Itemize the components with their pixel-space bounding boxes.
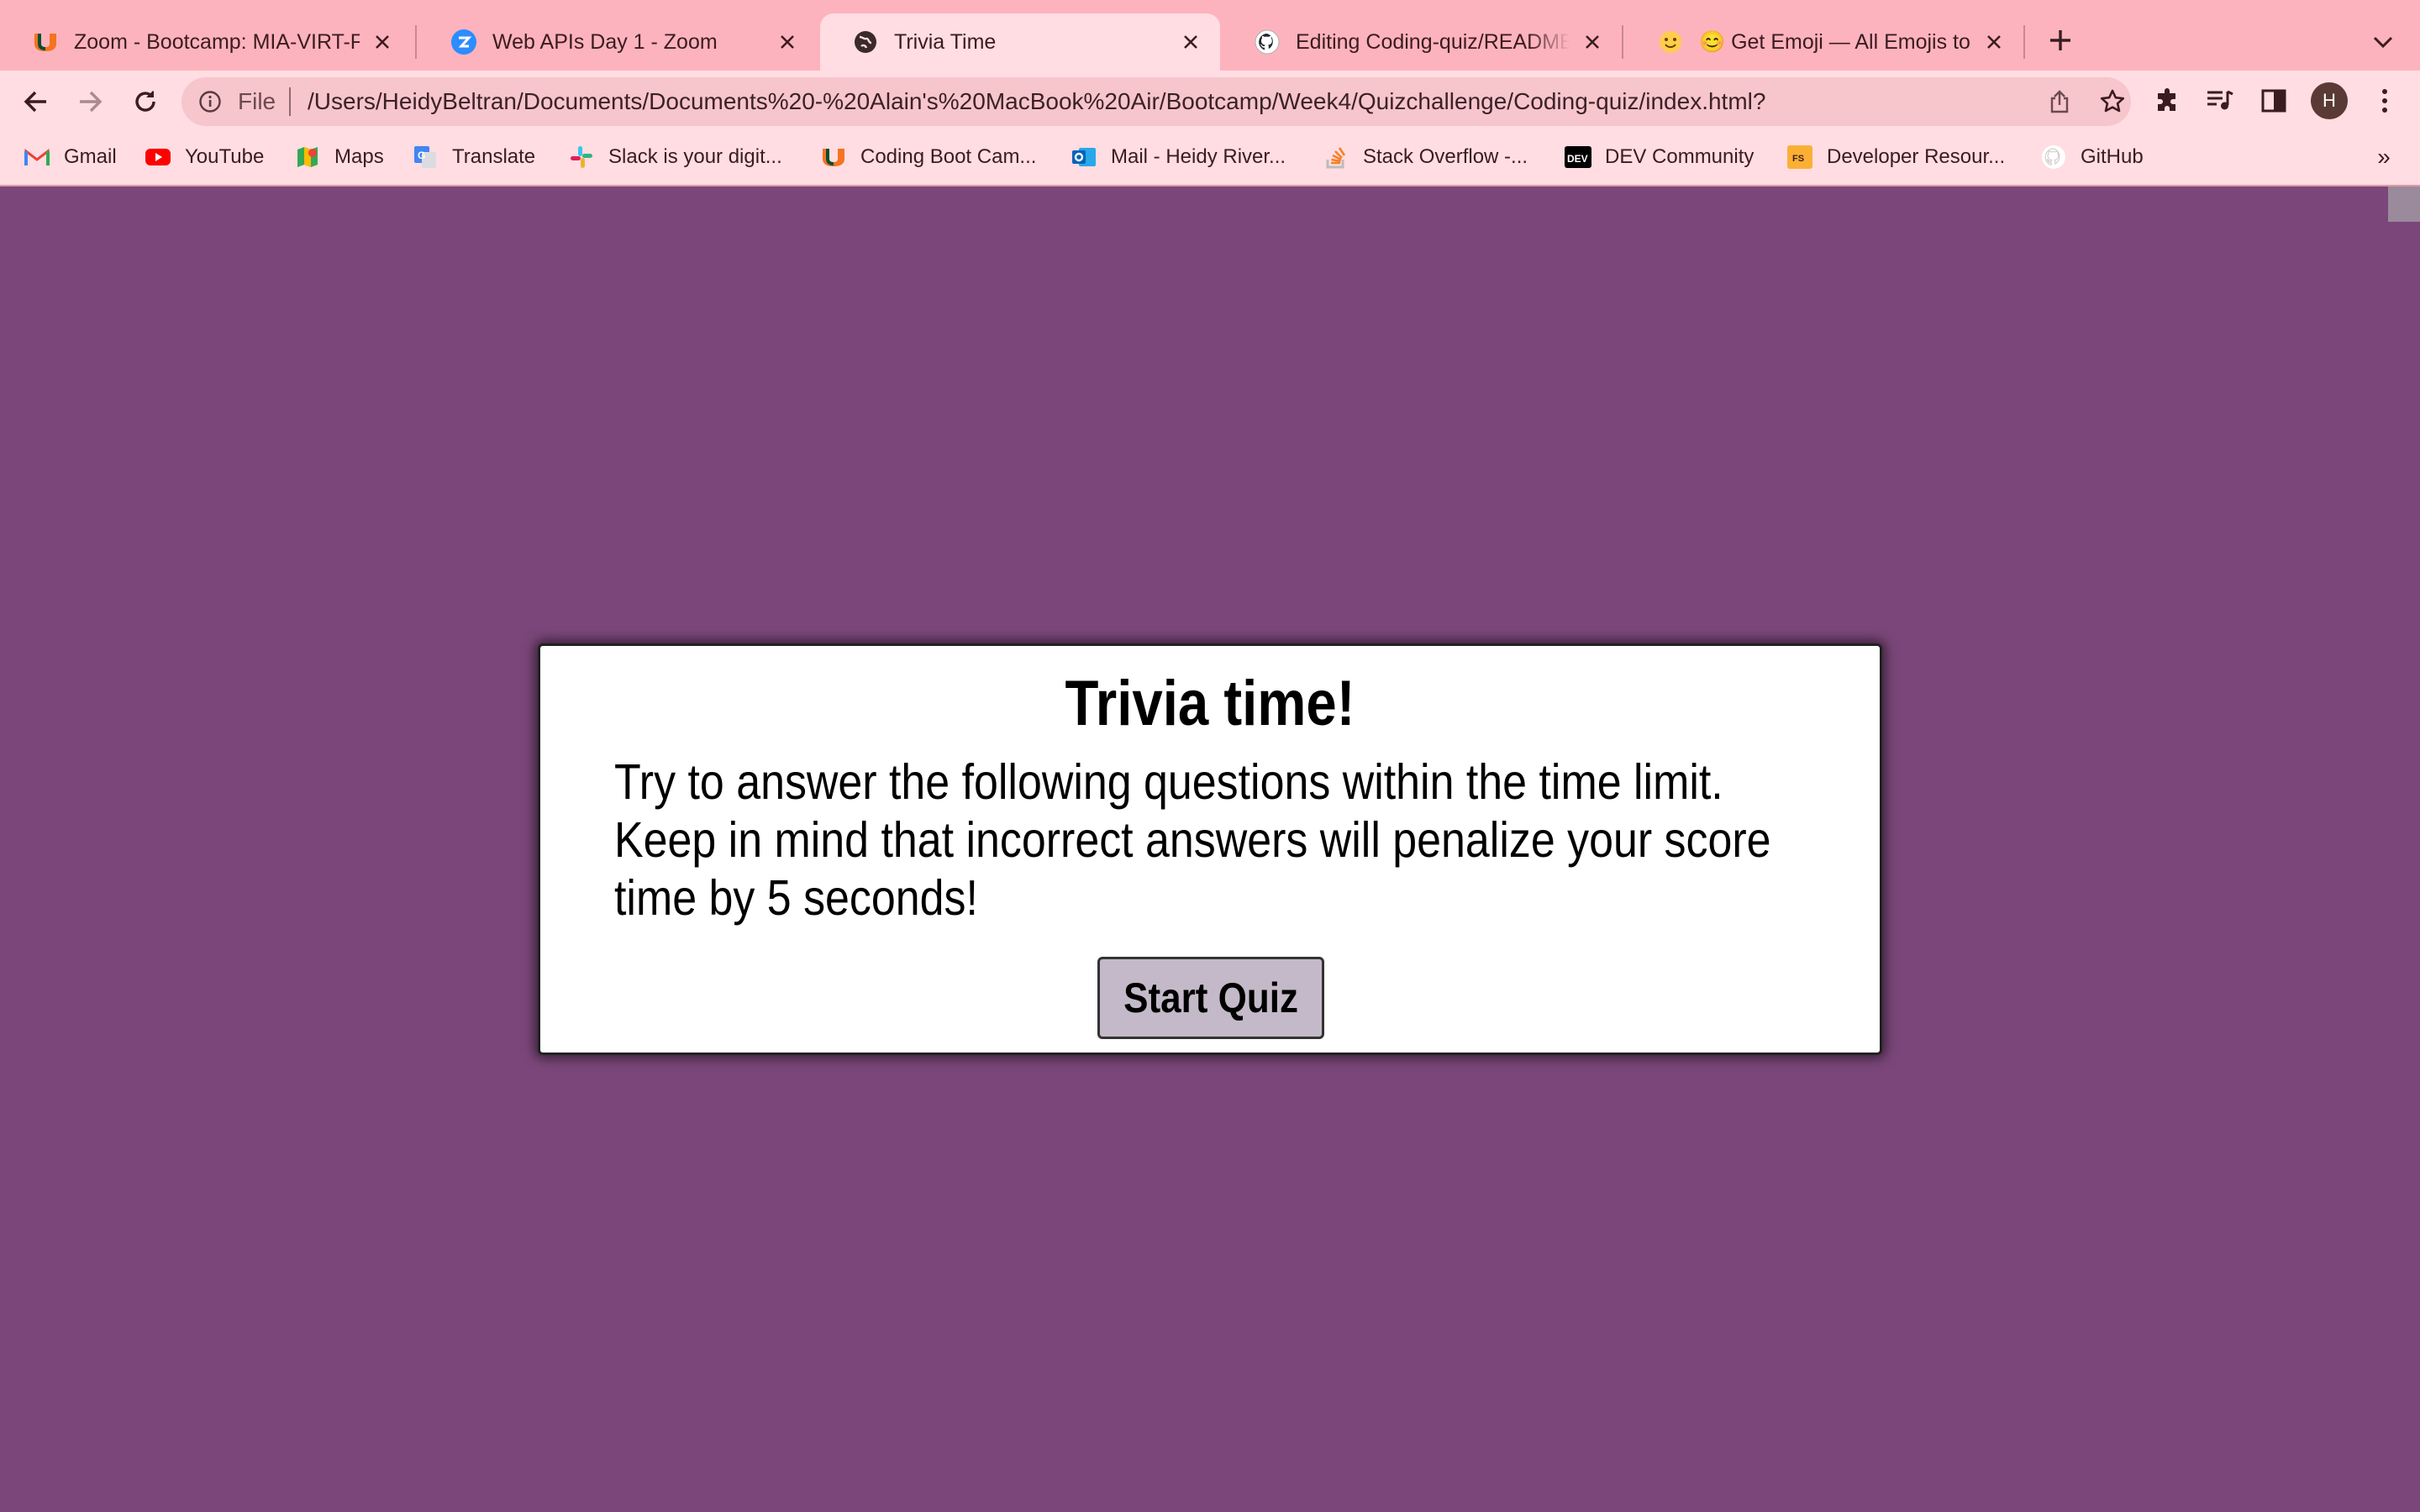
bookmark-developer-resources[interactable]: FS Developer Resour...	[1786, 139, 2005, 175]
menu-icon[interactable]	[2368, 84, 2402, 118]
tab-title: Zoom - Bootcamp: MIA-VIRT-FSF-PT	[74, 29, 360, 54]
close-icon[interactable]	[1178, 29, 1203, 55]
star-icon[interactable]	[2097, 87, 2128, 117]
scrollbar-thumb[interactable]	[2388, 186, 2420, 222]
bookmark-label: DEV Community	[1605, 145, 1754, 168]
smiley-emoji-icon	[1657, 29, 1684, 55]
bookmark-label: Slack is your digit...	[608, 145, 782, 168]
bookmark-label: YouTube	[185, 145, 265, 168]
svg-text:G: G	[418, 150, 425, 161]
chevron-down-icon	[2373, 36, 2393, 49]
tab-title: Editing Coding-quiz/README.md	[1296, 29, 1570, 54]
address-bar[interactable]: File /Users/HeidyBeltran/Documents/Docum…	[182, 77, 2131, 126]
tab-search-button[interactable]	[2368, 27, 2398, 57]
globe-icon	[852, 29, 879, 55]
url-text[interactable]: /Users/HeidyBeltran/Documents/Documents%…	[308, 88, 1946, 115]
bookmark-maps[interactable]: Maps	[294, 139, 384, 175]
bookmarks-overflow-button[interactable]: »	[2370, 143, 2398, 171]
bookmark-github[interactable]: GitHub	[2040, 139, 2144, 175]
bookmark-coding-bootcamp[interactable]: Coding Boot Cam...	[820, 139, 1036, 175]
tab-get-emoji[interactable]: 😊 Get Emoji — All Emojis to ✂️	[1625, 13, 2023, 71]
tab-title: Trivia Time	[894, 29, 997, 54]
scheme-label: File	[238, 88, 276, 114]
browser-toolbar: File /Users/HeidyBeltran/Documents/Docum…	[0, 71, 2420, 131]
info-icon[interactable]	[197, 88, 224, 115]
bookmark-gmail[interactable]: Gmail	[24, 139, 117, 175]
tab-strip: Zoom - Bootcamp: MIA-VIRT-FSF-PT Web API…	[0, 0, 2420, 71]
arrow-left-icon	[24, 91, 46, 113]
quiz-card: Trivia time! Try to answer the following…	[538, 643, 1882, 1055]
um-logo-icon	[820, 144, 847, 171]
avatar[interactable]: H	[2311, 82, 2348, 119]
close-icon[interactable]	[1981, 29, 2007, 55]
close-icon[interactable]	[775, 29, 800, 55]
tab-separator	[1622, 25, 1623, 59]
svg-text:FS: FS	[1792, 154, 1804, 164]
translate-icon: G	[412, 144, 439, 171]
bookmark-dev-community[interactable]: DEV DEV Community	[1565, 139, 1754, 175]
slack-icon	[568, 144, 595, 171]
browser-chrome: Zoom - Bootcamp: MIA-VIRT-FSF-PT Web API…	[0, 0, 2420, 186]
bookmark-label: Coding Boot Cam...	[860, 145, 1037, 168]
svg-text:DEV: DEV	[1567, 153, 1588, 165]
new-tab-button[interactable]	[2044, 24, 2077, 57]
tab-separator	[415, 25, 417, 59]
tab-title: Web APIs Day 1 - Zoom	[492, 29, 718, 54]
forward-button[interactable]	[71, 82, 109, 121]
tab-zoom-bootcamp[interactable]: Zoom - Bootcamp: MIA-VIRT-FSF-PT	[0, 13, 412, 71]
quiz-instructions: Try to answer the following questions wi…	[614, 754, 1771, 926]
start-quiz-button[interactable]: Start Quiz	[1097, 957, 1324, 1039]
bookmarks-bar: Gmail YouTube Maps G Translate Slack is …	[0, 134, 2420, 180]
page-title: Trivia time!	[1065, 668, 1355, 739]
bookmark-slack[interactable]: Slack is your digit...	[568, 139, 782, 175]
outlook-icon	[1071, 144, 1097, 171]
share-icon[interactable]	[2045, 87, 2074, 116]
bookmark-label: Gmail	[64, 145, 117, 168]
um-logo-icon	[32, 29, 59, 55]
tab-separator	[2023, 25, 2025, 59]
bookmark-mail[interactable]: Mail - Heidy River...	[1071, 139, 1286, 175]
tab-trivia-time[interactable]: Trivia Time	[820, 13, 1220, 71]
bookmark-translate[interactable]: G Translate	[412, 139, 535, 175]
extensions-icon[interactable]	[2151, 84, 2185, 118]
bookmark-stackoverflow[interactable]: Stack Overflow -...	[1323, 139, 1528, 175]
bookmark-label: Mail - Heidy River...	[1111, 145, 1286, 168]
tab-title: 😊 Get Emoji — All Emojis to ✂️	[1699, 29, 1971, 54]
bookmark-youtube[interactable]: YouTube	[145, 139, 264, 175]
stackoverflow-icon	[1323, 144, 1349, 171]
divider	[289, 87, 291, 116]
bookmark-label: Stack Overflow -...	[1363, 145, 1528, 168]
zoom-logo-icon	[450, 29, 477, 55]
maps-icon	[294, 144, 321, 171]
tab-editing-readme[interactable]: Editing Coding-quiz/README.md	[1222, 13, 1622, 71]
back-button[interactable]	[17, 82, 55, 121]
side-panel-icon[interactable]	[2257, 84, 2291, 118]
gmail-icon	[24, 144, 50, 171]
media-queue-icon[interactable]	[2203, 84, 2237, 118]
page-content: Trivia time! Try to answer the following…	[0, 186, 2420, 1512]
bookmark-label: Maps	[334, 145, 384, 168]
plus-icon	[2050, 30, 2070, 50]
github-logo-icon	[1254, 29, 1281, 55]
fs-logo-icon: FS	[1786, 144, 1813, 171]
youtube-icon	[145, 144, 171, 171]
bookmark-label: Translate	[452, 145, 536, 168]
close-icon[interactable]	[370, 29, 395, 55]
dev-logo-icon: DEV	[1565, 144, 1591, 171]
tab-web-apis-zoom[interactable]: Web APIs Day 1 - Zoom	[418, 13, 817, 71]
start-quiz-label: Start Quiz	[1123, 974, 1298, 1021]
github-logo-icon	[2040, 144, 2067, 171]
bookmark-label: GitHub	[2081, 145, 2144, 168]
close-icon[interactable]	[1580, 29, 1605, 55]
reload-icon	[135, 91, 155, 112]
arrow-right-icon	[80, 91, 103, 113]
reload-button[interactable]	[126, 82, 165, 121]
bookmark-label: Developer Resour...	[1827, 145, 2006, 168]
